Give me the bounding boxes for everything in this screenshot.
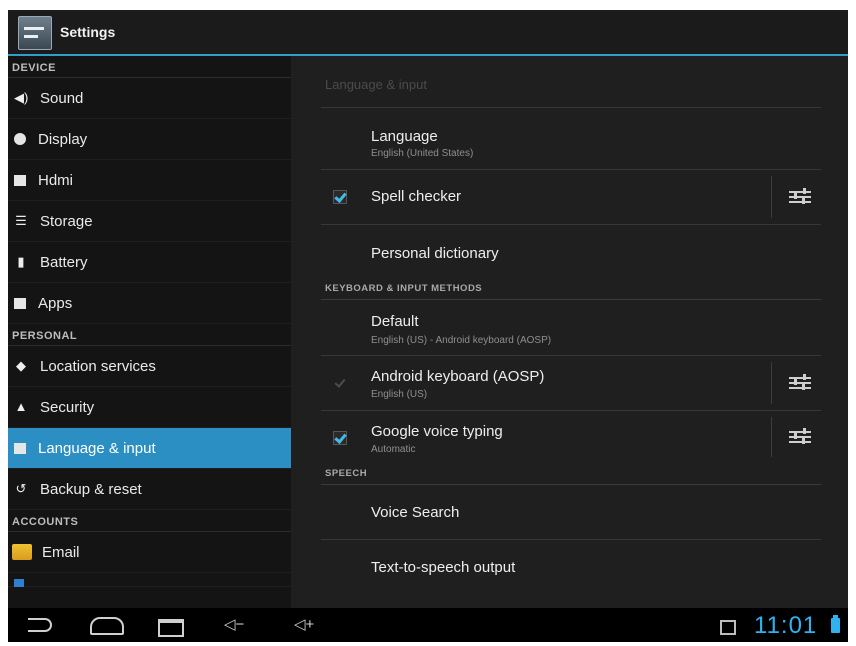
- sidebar-item-backup-reset[interactable]: ↺ Backup & reset: [8, 469, 291, 510]
- pref-text-to-speech[interactable]: Text-to-speech output: [321, 540, 821, 595]
- section-accounts: ACCOUNTS: [8, 510, 291, 532]
- action-bar: Settings: [8, 10, 848, 56]
- pref-summary: English (United States): [371, 148, 474, 159]
- apps-icon: [14, 297, 26, 309]
- sidebar-item-partial[interactable]: [8, 573, 291, 587]
- sidebar-item-storage[interactable]: ☰ Storage: [8, 201, 291, 242]
- sidebar-item-label: Storage: [40, 212, 93, 230]
- pref-personal-dictionary[interactable]: Personal dictionary: [321, 225, 821, 278]
- sidebar-item-label: Sound: [40, 89, 84, 107]
- pref-summary: English (US): [371, 389, 428, 400]
- divider: [771, 176, 772, 218]
- sidebar-item-battery[interactable]: ▮ Battery: [8, 242, 291, 283]
- back-icon[interactable]: [28, 618, 52, 632]
- pref-language[interactable]: Language English (United States): [321, 108, 821, 170]
- sidebar-item-label: Hdmi: [38, 171, 74, 189]
- page-title: Language & input: [321, 56, 821, 108]
- sidebar-item-location-services[interactable]: ◆ Location services: [8, 346, 291, 387]
- lock-icon: ▲: [14, 399, 28, 414]
- system-navigation-bar: ◁− ◁+ 11:01: [8, 608, 848, 642]
- pref-spell-checker[interactable]: Spell checker: [321, 170, 821, 225]
- pref-title: Text-to-speech output: [371, 559, 516, 576]
- pref-title: Spell checker: [371, 188, 462, 205]
- pref-default-keyboard[interactable]: Default English (US) - Android keyboard …: [321, 300, 821, 356]
- pref-title: Google voice typing: [371, 423, 503, 440]
- sidebar-item-email[interactable]: Email: [8, 532, 291, 573]
- pref-summary: English (US) - Android keyboard (AOSP): [371, 335, 552, 346]
- app-title: Settings: [60, 24, 116, 40]
- section-keyboard-input-methods: KEYBOARD & INPUT METHODS: [321, 278, 821, 300]
- pref-voice-search[interactable]: Voice Search: [321, 485, 821, 540]
- sidebar-item-sound[interactable]: ◀) Sound: [8, 78, 291, 119]
- pref-summary: Automatic: [371, 444, 416, 455]
- spell-checker-settings-icon[interactable]: [789, 188, 811, 206]
- pref-google-voice-typing[interactable]: Google voice typing Automatic: [321, 411, 821, 463]
- settings-sidebar: DEVICE ◀) Sound Display Hdmi ☰ Storage ▮…: [8, 56, 291, 608]
- spell-checker-checkbox[interactable]: [333, 190, 347, 204]
- sidebar-item-label: Backup & reset: [40, 480, 142, 498]
- pref-title: Voice Search: [371, 504, 460, 521]
- recent-apps-icon[interactable]: [158, 619, 184, 637]
- battery-status-icon[interactable]: [831, 615, 840, 633]
- volume-up-icon[interactable]: ◁+: [294, 617, 314, 633]
- sidebar-item-language-input[interactable]: Language & input: [8, 428, 291, 469]
- sidebar-item-label: Location services: [40, 357, 156, 375]
- pref-title: Personal dictionary: [371, 245, 499, 262]
- volume-down-icon[interactable]: ◁−: [224, 617, 244, 633]
- divider: [771, 362, 772, 404]
- sidebar-item-label: Language & input: [38, 439, 156, 457]
- sidebar-item-apps[interactable]: Apps: [8, 283, 291, 324]
- google-voice-typing-settings-icon[interactable]: [789, 428, 811, 446]
- pref-title: Android keyboard (AOSP): [371, 368, 545, 385]
- divider: [771, 417, 772, 457]
- screenshot-notification-icon[interactable]: [720, 620, 736, 635]
- sidebar-item-label: Email: [42, 543, 80, 561]
- sidebar-item-display[interactable]: Display: [8, 119, 291, 160]
- sidebar-item-security[interactable]: ▲ Security: [8, 387, 291, 428]
- section-personal: PERSONAL: [8, 324, 291, 346]
- android-keyboard-checkbox: [333, 376, 347, 390]
- sidebar-item-label: Apps: [38, 294, 73, 312]
- section-speech: SPEECH: [321, 463, 821, 485]
- email-icon: [12, 544, 32, 560]
- battery-icon: ▮: [17, 254, 25, 269]
- pref-android-keyboard[interactable]: Android keyboard (AOSP) English (US): [321, 356, 821, 411]
- brightness-icon: [14, 133, 26, 145]
- backup-icon: ↺: [15, 481, 27, 496]
- pref-title: Language: [371, 128, 438, 145]
- section-device: DEVICE: [8, 56, 291, 78]
- detail-pane: Language & input Language English (Unite…: [291, 56, 848, 608]
- speaker-icon: ◀): [14, 90, 29, 105]
- sidebar-item-label: Battery: [40, 253, 88, 271]
- android-keyboard-settings-icon[interactable]: [789, 374, 811, 392]
- storage-icon: ☰: [15, 213, 27, 228]
- language-icon: [14, 442, 26, 454]
- preference-list: Language & input Language English (Unite…: [321, 56, 821, 595]
- location-icon: ◆: [16, 358, 26, 373]
- google-voice-typing-checkbox[interactable]: [333, 431, 347, 445]
- tablet-screen: Settings DEVICE ◀) Sound Display Hdmi ☰ …: [8, 10, 848, 642]
- status-clock[interactable]: 11:01: [754, 612, 817, 640]
- settings-icon[interactable]: [18, 16, 52, 50]
- sidebar-item-hdmi[interactable]: Hdmi: [8, 160, 291, 201]
- sidebar-item-label: Display: [38, 130, 88, 148]
- hdmi-icon: [14, 174, 26, 186]
- sidebar-item-label: Security: [40, 398, 95, 416]
- account-icon: [14, 578, 24, 587]
- pref-title: Default: [371, 313, 419, 330]
- home-icon[interactable]: [90, 617, 124, 635]
